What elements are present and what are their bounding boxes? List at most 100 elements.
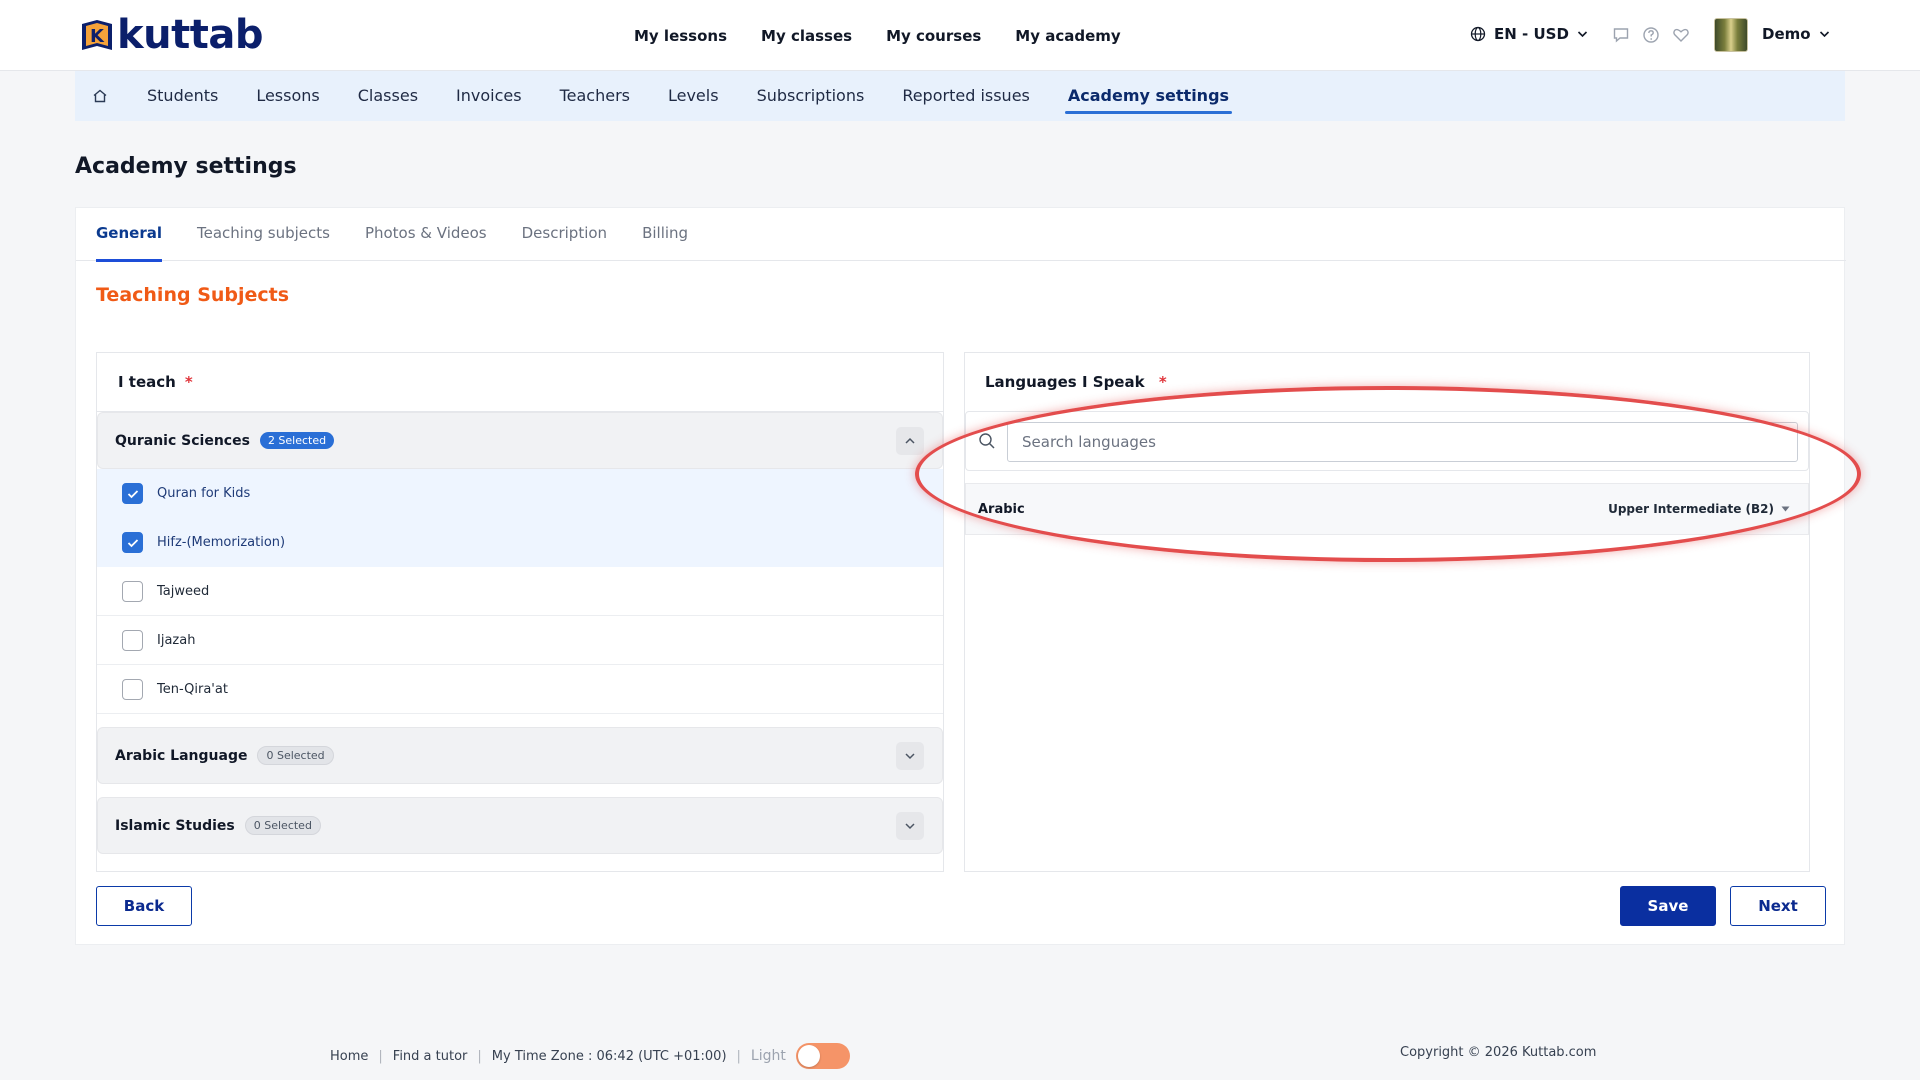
separator: | [378,1048,383,1064]
chevron-down-icon [1819,31,1829,38]
language-level-select[interactable]: Upper Intermediate (B2) [1608,502,1774,516]
settings-tabs: General Teaching subjects Photos & Video… [76,208,1846,262]
checkbox[interactable] [122,483,143,504]
subnav-levels[interactable]: Levels [665,71,722,121]
subject-option[interactable]: Hifz-(Memorization) [97,518,943,567]
tab-description[interactable]: Description [522,208,607,261]
footer-find-tutor-link[interactable]: Find a tutor [393,1049,468,1064]
subnav-subscriptions[interactable]: Subscriptions [754,71,868,121]
chat-icon[interactable] [1612,26,1630,44]
subnav-teachers[interactable]: Teachers [557,71,633,121]
language-name: Arabic [978,501,1025,517]
collapse-toggle[interactable] [896,426,924,455]
subject-option[interactable]: Ijazah [97,616,943,665]
group-name: Islamic Studies [115,817,235,834]
option-label: Ijazah [157,632,196,648]
chevron-down-icon [1577,31,1587,38]
separator: | [477,1048,482,1064]
selected-count-badge: 0 Selected [244,816,321,835]
academy-subnav: Students Lessons Classes Invoices Teache… [75,71,1845,121]
option-label: Ten-Qira'at [157,681,228,697]
globe-icon [1470,26,1486,42]
subject-option[interactable]: Tajweed [97,567,943,616]
subnav-invoices[interactable]: Invoices [453,71,525,121]
languages-label: Languages I Speak [985,373,1145,391]
nav-my-classes[interactable]: My classes [761,27,852,45]
checkbox[interactable] [122,629,143,651]
heart-icon[interactable] [1672,26,1690,44]
user-name: Demo [1762,25,1811,43]
next-button[interactable]: Next [1730,886,1826,926]
avatar[interactable] [1714,18,1748,52]
subject-group-arabic-language[interactable]: Arabic Language 0 Selected [97,727,943,784]
option-label: Quran for Kids [157,486,251,501]
locale-label: EN - USD [1494,25,1569,43]
nav-my-academy[interactable]: My academy [1015,27,1120,45]
group-name: Quranic Sciences [115,432,250,449]
section-title: Teaching Subjects [96,284,290,306]
subject-group-islamic-studies[interactable]: Islamic Studies 0 Selected [97,797,943,854]
check-icon [127,538,138,547]
home-button[interactable] [75,71,125,121]
search-languages-input[interactable] [1007,422,1798,462]
subject-option[interactable]: Ten-Qira'at [97,665,943,714]
svg-text:K: K [90,26,105,47]
page-title: Academy settings [75,154,297,179]
home-icon [93,89,107,103]
settings-card: General Teaching subjects Photos & Video… [75,207,1846,945]
theme-toggle[interactable] [795,1043,850,1069]
language-search [965,411,1809,471]
footer-links: Home | Find a tutor | My Time Zone : 06:… [330,1043,850,1069]
footer-timezone[interactable]: My Time Zone : 06:42 (UTC +01:00) [492,1049,727,1064]
nav-my-courses[interactable]: My courses [886,27,981,45]
locale-selector[interactable]: EN - USD [1470,25,1588,43]
footer: Home | Find a tutor | My Time Zone : 06:… [0,1030,1920,1080]
expand-toggle[interactable] [896,741,924,770]
brand-logo[interactable]: K kuttab [78,14,263,56]
languages-panel: Languages I Speak * Arabic Upper Interme… [964,352,1810,872]
save-button[interactable]: Save [1620,886,1716,926]
expand-toggle[interactable] [896,811,924,840]
teach-label: I teach [118,373,176,391]
back-button[interactable]: Back [96,886,192,926]
checkbox[interactable] [122,580,143,602]
chevron-up-icon [905,437,915,444]
tab-general[interactable]: General [96,208,162,262]
subnav-classes[interactable]: Classes [355,71,421,121]
required-marker: * [1158,373,1167,391]
group-name: Arabic Language [115,747,248,764]
toggle-knob [797,1045,820,1067]
theme-label: Light [750,1048,786,1064]
subject-option[interactable]: Quran for Kids [97,469,943,518]
teach-header: I teach * [97,353,943,412]
search-icon [979,433,995,449]
selected-count-badge: 0 Selected [257,746,334,765]
languages-header: Languages I Speak * [985,373,1167,391]
tab-billing[interactable]: Billing [642,208,688,261]
chevron-down-icon [905,822,915,829]
subnav-academy-settings[interactable]: Academy settings [1064,71,1233,121]
user-menu[interactable]: Demo [1762,25,1830,43]
nav-my-lessons[interactable]: My lessons [634,27,727,45]
caret-down-icon[interactable] [1781,506,1790,512]
footer-home-link[interactable]: Home [330,1049,368,1064]
copyright: Copyright © 2026 Kuttab.com [1400,1045,1597,1060]
checkbox[interactable] [122,532,143,553]
subject-group-quranic-sciences[interactable]: Quranic Sciences 2 Selected [97,412,943,469]
subnav-lessons[interactable]: Lessons [253,71,322,121]
teach-panel: I teach * Quranic Sciences 2 Selected Qu… [96,352,944,872]
top-header: K kuttab My lessons My classes My course… [0,0,1920,71]
help-icon[interactable] [1642,26,1660,44]
language-row: Arabic Upper Intermediate (B2) [965,483,1809,535]
selected-count-badge: 2 Selected [259,432,335,449]
logo-book-icon: K [78,16,116,54]
brand-name: kuttab [117,12,263,58]
chevron-down-icon [905,752,915,759]
check-icon [127,489,138,498]
checkbox[interactable] [122,678,143,700]
tab-photos-videos[interactable]: Photos & Videos [365,208,487,261]
tab-teaching-subjects[interactable]: Teaching subjects [197,208,330,261]
subnav-reported-issues[interactable]: Reported issues [899,71,1033,121]
subnav-students[interactable]: Students [144,71,221,121]
required-marker: * [184,373,193,391]
